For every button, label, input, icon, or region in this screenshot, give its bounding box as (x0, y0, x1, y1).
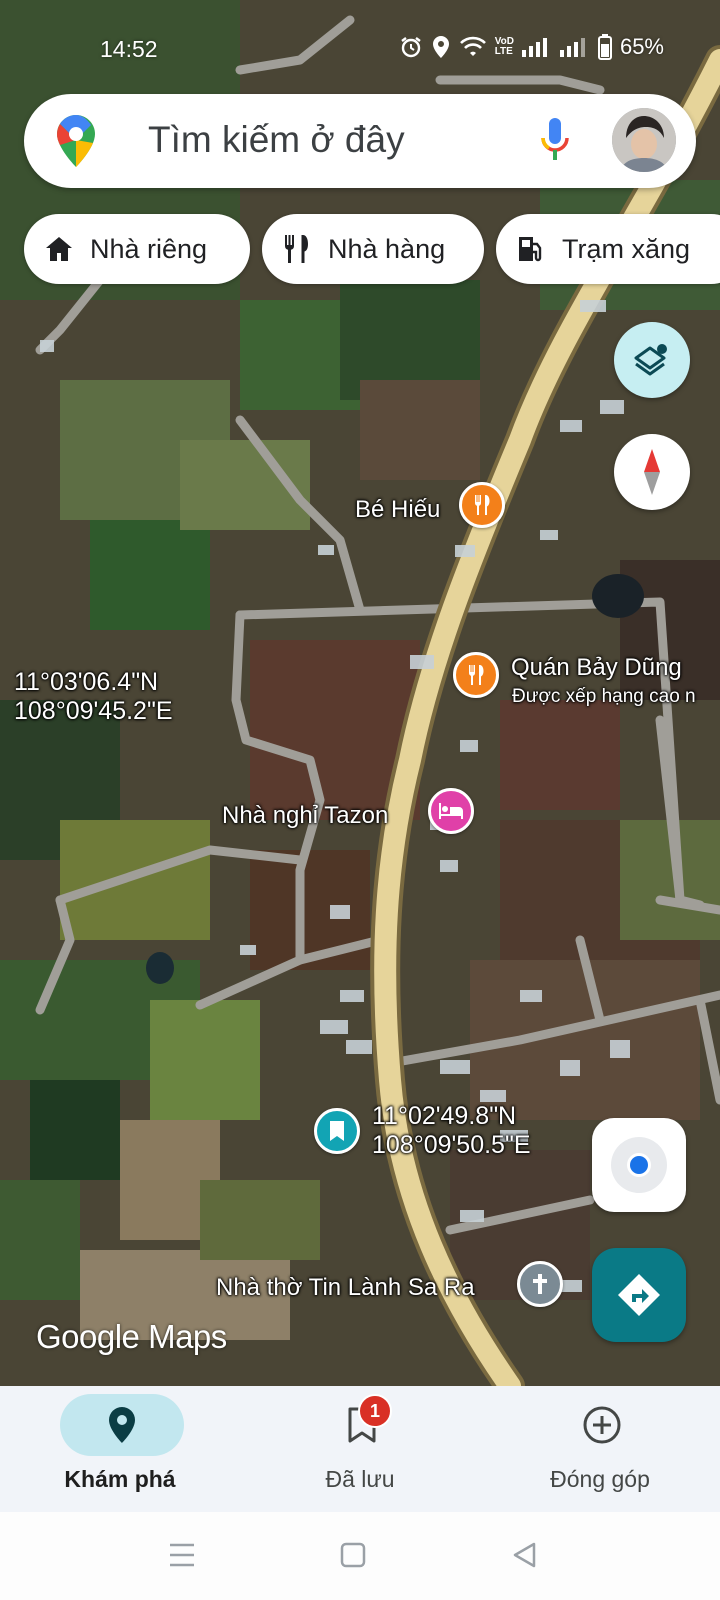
status-time: 14:52 (100, 36, 158, 62)
nav-contribute[interactable]: Đóng góp (480, 1386, 720, 1512)
longitude-2: 108°09'50.5"E (372, 1131, 531, 1159)
hotel-pin-nha-nghi-tazon[interactable] (428, 788, 474, 834)
home-icon (46, 237, 72, 261)
chip-label: Nhà hàng (328, 233, 446, 264)
nav-icon-container (540, 1394, 664, 1456)
search-placeholder[interactable]: Tìm kiếm ở đây (148, 119, 405, 161)
nav-label: Đã lưu (325, 1466, 395, 1492)
avatar[interactable] (612, 108, 676, 172)
nav-label: Đóng góp (550, 1466, 650, 1492)
church-pin[interactable] (517, 1261, 563, 1307)
directions-icon (618, 1274, 660, 1316)
explore-pin-icon (109, 1407, 135, 1443)
avatar-photo (612, 108, 676, 172)
coordinate-label-2: 11°02'49.8"N 108°09'50.5"E (372, 1102, 531, 1160)
restaurant-icon (285, 235, 308, 263)
chip-home[interactable]: Nhà riêng (24, 214, 250, 284)
battery-percent: 65% (619, 34, 664, 59)
chip-label: Nhà riêng (90, 233, 208, 264)
location-icon (432, 36, 449, 58)
menu-icon[interactable] (168, 1542, 196, 1568)
latitude-1: 11°03'06.4"N (14, 668, 159, 696)
bookmark-icon (330, 1121, 344, 1141)
place-label-quan-bay-dung[interactable]: Quán Bảy Dũng (511, 654, 682, 682)
saved-count-badge: 1 (358, 1394, 392, 1428)
hotel-bed-icon (439, 803, 463, 819)
status-icons: VoD LTE 65% (399, 34, 664, 60)
directions-button[interactable] (592, 1248, 686, 1342)
place-label-nha-nghi-tazon[interactable]: Nhà nghỉ Tazon (222, 802, 388, 830)
my-location-button[interactable] (592, 1118, 686, 1212)
restaurant-icon (469, 665, 484, 685)
bottom-navigation: Khám phá Đã lưu 1 Đóng góp (0, 1386, 720, 1512)
status-bar: 14:52 VoD LTE 65% (0, 0, 720, 90)
battery-icon (597, 34, 612, 60)
network-type-label: VoD LTE (494, 36, 514, 57)
compass-button[interactable] (614, 434, 690, 510)
signal-icon (521, 38, 547, 57)
gas-station-icon (519, 237, 542, 262)
compass-icon (644, 449, 660, 495)
maps-pin-logo (57, 115, 95, 167)
restaurant-pin-quan-bay-dung[interactable] (453, 652, 499, 698)
latitude-2: 11°02'49.8"N (372, 1102, 517, 1130)
wifi-icon (459, 36, 486, 56)
longitude-1: 108°09'45.2"E (14, 697, 173, 725)
layers-icon (634, 344, 667, 376)
nav-label: Khám phá (64, 1466, 176, 1492)
google-maps-watermark: Google Maps (36, 1318, 227, 1355)
search-bar[interactable]: Tìm kiếm ở đây (24, 94, 696, 188)
place-rating-label: Được xếp hạng cao n (512, 686, 696, 707)
nav-icon-container (60, 1394, 184, 1456)
back-icon[interactable] (512, 1542, 538, 1568)
saved-pin[interactable] (314, 1108, 360, 1154)
restaurant-pin-be-hieu[interactable] (459, 482, 505, 528)
home-square-icon[interactable] (340, 1542, 366, 1568)
chip-label: Trạm xăng (562, 233, 691, 264)
mic-icon[interactable] (539, 116, 571, 164)
chip-restaurants[interactable]: Nhà hàng (262, 214, 484, 284)
alarm-icon (400, 37, 421, 58)
nav-explore[interactable]: Khám phá (0, 1386, 240, 1512)
chip-gas-station[interactable]: Trạm xăng (496, 214, 720, 284)
church-cross-icon (533, 1274, 547, 1294)
coordinate-label-1: 11°03'06.4"N 108°09'45.2"E (14, 668, 173, 726)
signal-icon (559, 38, 585, 57)
place-label-nha-tho[interactable]: Nhà thờ Tin Lành Sa Ra (216, 1274, 475, 1302)
add-circle-icon (583, 1406, 621, 1444)
place-label-be-hieu[interactable]: Bé Hiếu (355, 496, 440, 524)
system-navigation-bar (0, 1512, 720, 1600)
layers-button[interactable] (614, 322, 690, 398)
my-location-icon (611, 1137, 667, 1193)
restaurant-icon (475, 495, 490, 515)
